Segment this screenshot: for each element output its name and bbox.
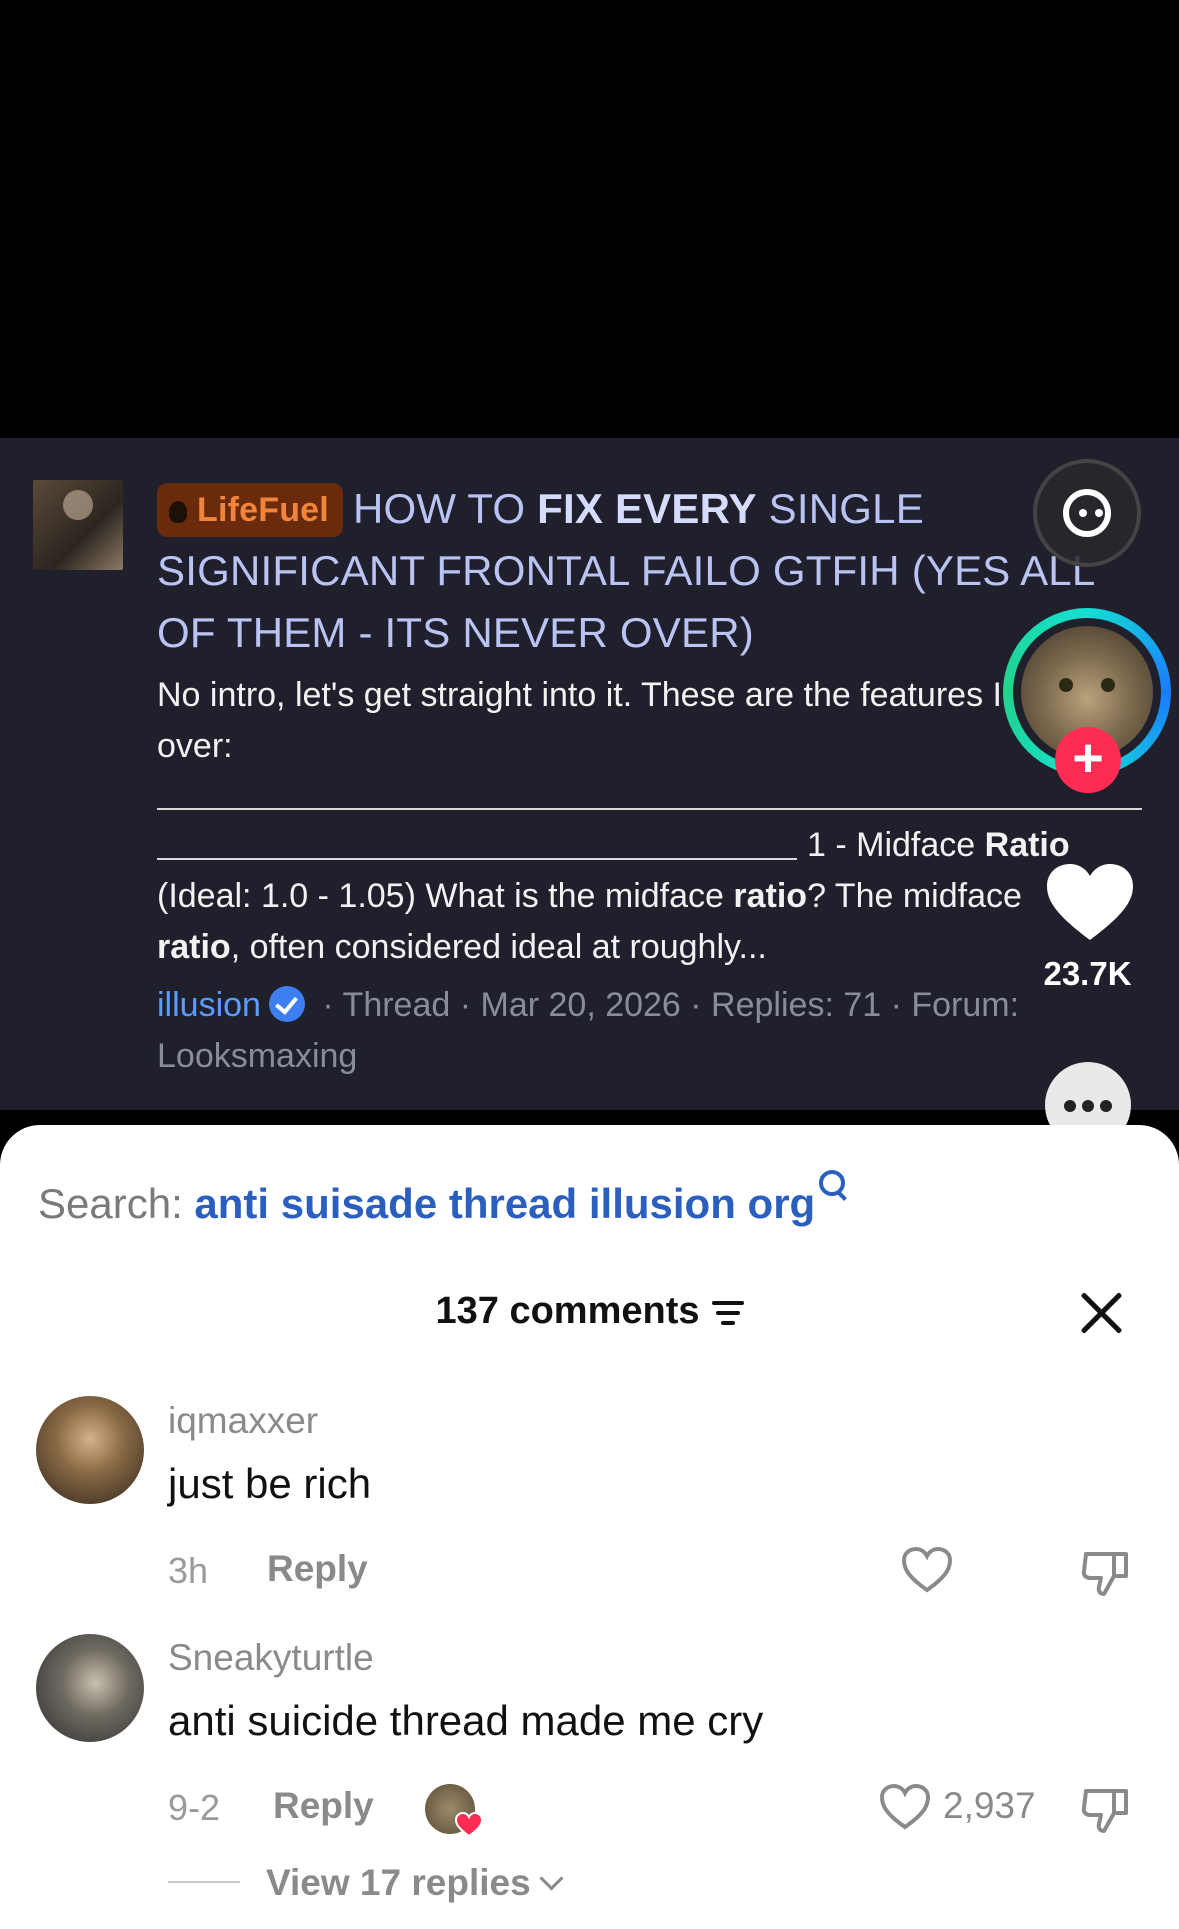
heart-icon <box>455 1812 483 1838</box>
follow-button[interactable]: + <box>1055 727 1121 793</box>
thread-meta: illusion · Thread · Mar 20, 2026 · Repli… <box>157 986 1020 1075</box>
dislike-icon[interactable] <box>1080 1546 1132 1598</box>
chevron-down-icon <box>539 1866 564 1891</box>
divider-line <box>168 1881 240 1883</box>
like-count: 23.7K <box>1043 955 1132 992</box>
midface-section: 1 - Midface Ratio (Ideal: 1.0 - 1.05) Wh… <box>157 826 1070 966</box>
comment-text: anti suicide thread made me cry <box>168 1697 764 1744</box>
chat-bubble-icon[interactable] <box>1033 459 1141 567</box>
video-black-area <box>0 0 1179 438</box>
heart-outline-icon[interactable] <box>901 1546 953 1594</box>
thread-title: LifeFuel HOW TO FIX EVERY SINGLE SIGNIFIC… <box>157 483 1094 656</box>
comments-header: 137 comments <box>0 1290 1179 1333</box>
divider-line <box>157 808 1142 810</box>
comment-time: 9-2 <box>168 1787 221 1828</box>
avatar[interactable] <box>36 1634 144 1742</box>
thread-author-thumbnail <box>33 480 123 570</box>
thread-excerpt: No intro, let's get straight into it. Th… <box>157 676 1106 765</box>
reply-button[interactable]: Reply <box>273 1785 374 1827</box>
comment-like-count: 2,937 <box>943 1785 1036 1826</box>
like-heart-icon[interactable] <box>1045 862 1135 942</box>
search-icon <box>819 1170 846 1196</box>
comment-username[interactable]: Sneakyturtle <box>168 1637 374 1679</box>
comment-time: 3h <box>168 1550 209 1591</box>
avatar[interactable] <box>36 1396 144 1504</box>
dislike-icon[interactable] <box>1080 1783 1132 1835</box>
heart-outline-icon[interactable] <box>879 1783 931 1831</box>
bulb-icon <box>169 501 187 523</box>
close-icon[interactable] <box>1078 1290 1124 1336</box>
lifefuel-tag: LifeFuel <box>157 483 343 537</box>
verified-icon <box>268 986 305 1022</box>
comment-username[interactable]: iqmaxxer <box>168 1400 318 1442</box>
creator-liked-avatar <box>425 1784 483 1838</box>
view-replies-button[interactable]: View 17 replies <box>168 1862 564 1904</box>
comment-text: just be rich <box>168 1460 372 1507</box>
author-link[interactable]: illusion <box>157 986 261 1024</box>
search-suggestion[interactable]: Search: anti suisade thread illusion org <box>38 1170 846 1228</box>
reply-button[interactable]: Reply <box>267 1548 368 1590</box>
filter-icon[interactable] <box>711 1301 744 1325</box>
